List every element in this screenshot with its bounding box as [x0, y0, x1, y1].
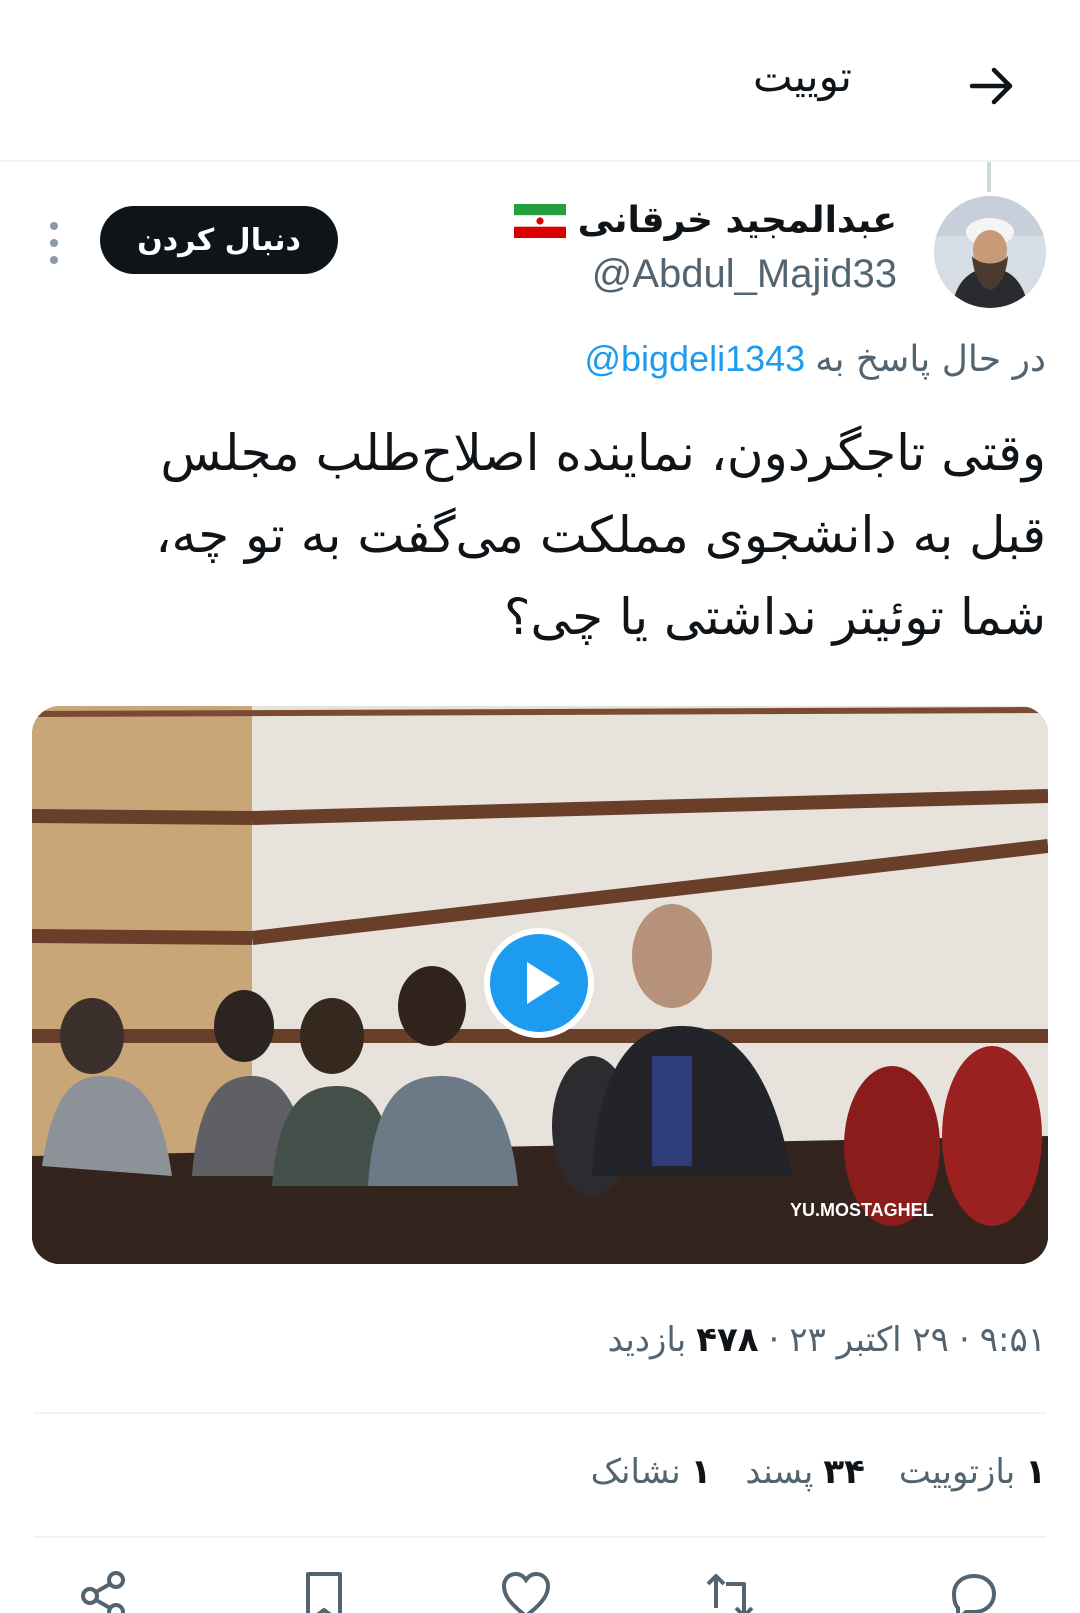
replying-to: در حال پاسخ به @bigdeli1343 — [584, 338, 1046, 380]
replying-to-handle[interactable]: @bigdeli1343 — [584, 338, 805, 380]
play-icon[interactable] — [484, 928, 594, 1038]
tweet-time: ۹:۵۱ — [979, 1320, 1046, 1360]
meta-separator: · — [958, 1320, 970, 1360]
like-icon[interactable] — [498, 1568, 554, 1613]
reply-icon[interactable] — [946, 1568, 1002, 1613]
avatar[interactable] — [934, 196, 1046, 308]
thread-line — [987, 162, 991, 192]
bookmarks-stat[interactable]: ۱نشانک — [591, 1452, 712, 1492]
page-title: توییت — [753, 52, 852, 101]
tweet-text: وقتی تاجگردون، نماینده اصلاح‌طلب مجلس قب… — [155, 424, 1046, 646]
author-display-name[interactable]: عبدالمجید خرقانی — [578, 200, 897, 241]
retweets-stat[interactable]: ۱بازتوییت — [899, 1452, 1046, 1492]
bookmark-icon[interactable] — [296, 1568, 352, 1613]
back-arrow-icon[interactable] — [962, 56, 1022, 116]
tweet-stats: ۱بازتوییت ۳۴پسند ۱نشانک — [591, 1452, 1046, 1492]
retweet-icon[interactable] — [702, 1568, 758, 1613]
action-bar — [0, 1566, 1080, 1613]
video-watermark: YU.MOSTAGHEL — [790, 1200, 934, 1220]
divider — [34, 1412, 1046, 1414]
author-name-row: عبدالمجید خرقانی — [513, 200, 897, 241]
avatar-image — [934, 196, 1046, 308]
top-bar: توییت — [0, 0, 1080, 162]
share-icon[interactable] — [76, 1568, 132, 1613]
tweet-meta: ۹:۵۱ · ۲۹ اکتبر ۲۳ · ۴۷۸ بازدید — [608, 1320, 1046, 1360]
replying-to-label: در حال پاسخ به — [815, 338, 1046, 380]
meta-separator: · — [768, 1320, 780, 1360]
author-handle[interactable]: @Abdul_Majid33 — [592, 252, 897, 297]
divider — [34, 1536, 1046, 1538]
likes-stat[interactable]: ۳۴پسند — [745, 1452, 864, 1492]
tweet-date: ۲۹ اکتبر ۲۳ — [789, 1320, 949, 1360]
more-vertical-icon[interactable] — [42, 218, 66, 268]
views-label: بازدید — [607, 1320, 687, 1360]
iran-flag-icon — [513, 203, 566, 238]
follow-button[interactable]: دنبال کردن — [100, 206, 338, 274]
views-count: ۴۷۸ — [696, 1320, 759, 1360]
